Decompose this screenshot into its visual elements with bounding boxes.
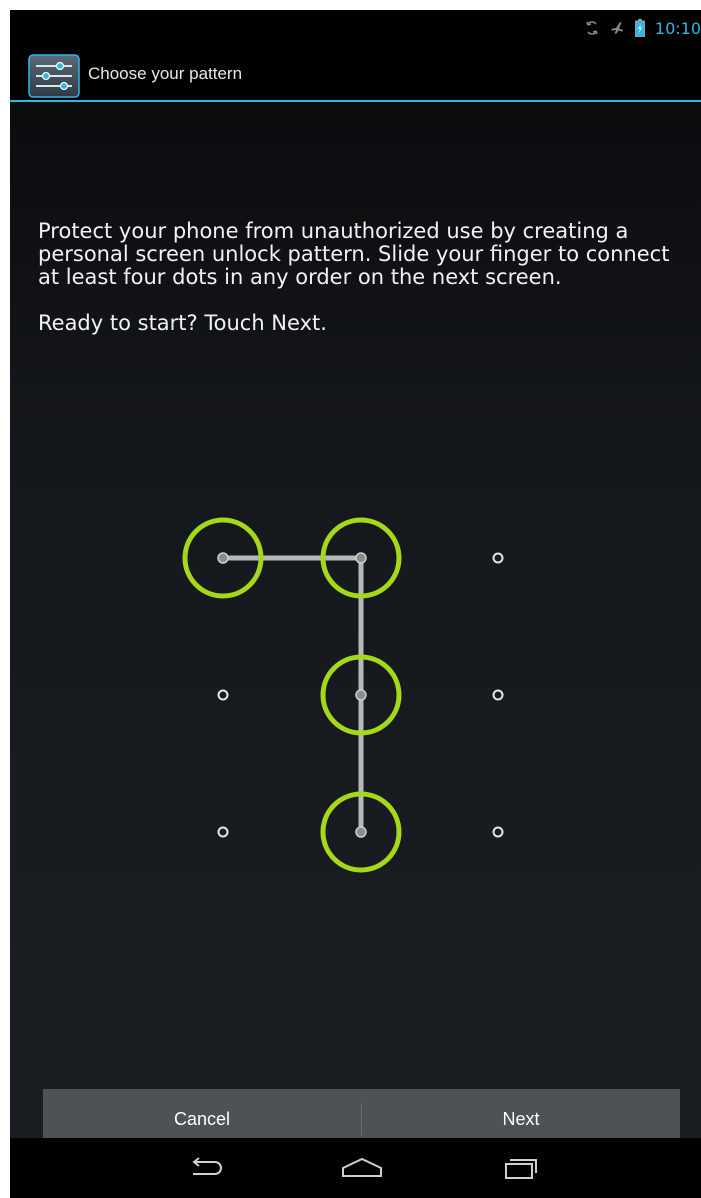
screen: 10:10 Choose your pattern Protect your p… (10, 10, 701, 1198)
recent-apps-icon[interactable] (480, 1138, 560, 1198)
pattern-dot[interactable] (492, 689, 504, 701)
pattern-dot[interactable] (217, 826, 229, 838)
pattern-dot[interactable] (492, 552, 504, 564)
pattern-grid[interactable] (10, 10, 701, 1198)
pattern-path (220, 555, 364, 835)
nav-bar (10, 1138, 701, 1198)
home-icon[interactable] (322, 1138, 402, 1198)
pattern-dot[interactable] (492, 826, 504, 838)
pattern-dot[interactable] (217, 689, 229, 701)
back-icon[interactable] (165, 1138, 245, 1198)
